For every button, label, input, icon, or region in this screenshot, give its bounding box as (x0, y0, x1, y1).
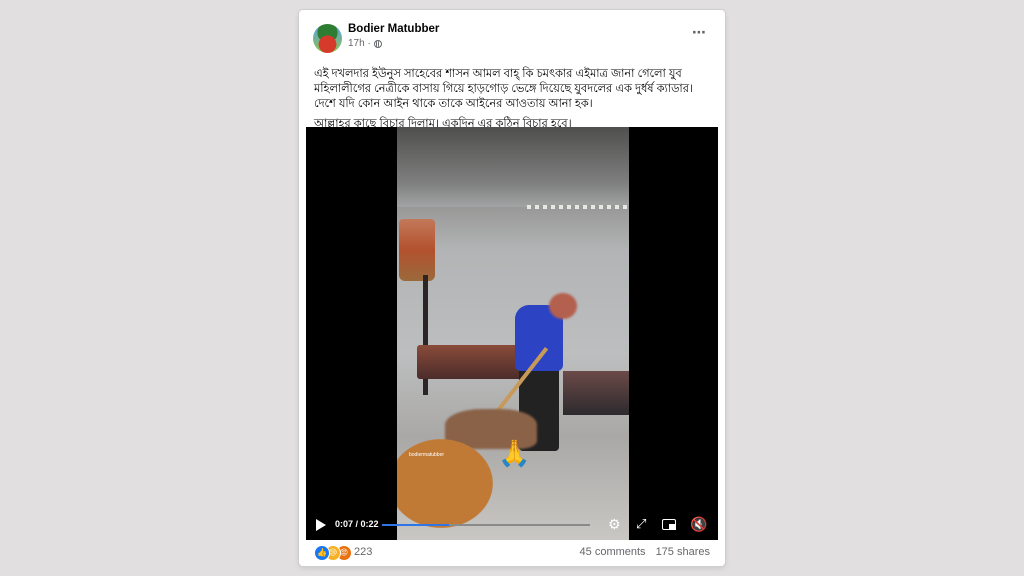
video-scene-bed (563, 371, 629, 415)
shares-count[interactable]: 175 shares (656, 546, 710, 558)
comments-count[interactable]: 45 comments (580, 546, 646, 558)
more-options-icon[interactable]: ⋯ (692, 24, 707, 41)
praying-hands-icon: 🙏 (498, 438, 531, 468)
pip-icon[interactable] (662, 519, 676, 530)
video-scene-light (527, 205, 629, 209)
reaction-count[interactable]: 223 (354, 546, 372, 558)
globe-icon (373, 39, 382, 48)
video-frame[interactable]: bodiermatubber 🙏 (397, 127, 629, 540)
video-scene-bag (399, 219, 435, 281)
video-progress-fill (382, 524, 449, 526)
like-reaction-icon: 👍 (314, 545, 330, 561)
video-progress-bar[interactable] (382, 524, 590, 526)
video-scene-bed (417, 345, 527, 379)
post-stats: 45 comments 175 shares (580, 546, 710, 558)
play-icon[interactable] (316, 519, 326, 531)
video-time: 0:07 / 0:22 (335, 519, 379, 529)
video-scene-person (549, 293, 577, 319)
author-name[interactable]: Bodier Matubber (348, 23, 439, 35)
post-text-paragraph: এই দখলদার ইউনুস সাহেবের শাসন আমল বাহ্ কি… (314, 68, 693, 110)
post-meta: 17h · (348, 38, 382, 49)
post-time[interactable]: 17h · (348, 38, 371, 49)
settings-icon[interactable]: ⚙ (608, 517, 621, 531)
post-footer: 👍 😢 😡 223 45 comments 175 shares (299, 540, 725, 566)
video-watermark: bodiermatubber (409, 452, 445, 458)
fullscreen-icon[interactable]: ⤢ (636, 517, 646, 531)
video-player[interactable]: bodiermatubber 🙏 0:07 / 0:22 ⚙ ⤢ 🔇 (306, 127, 718, 540)
reactions[interactable]: 👍 😢 😡 (314, 545, 352, 561)
mute-icon[interactable]: 🔇 (690, 517, 707, 531)
video-scene-roof (397, 127, 629, 207)
video-controls: 0:07 / 0:22 ⚙ ⤢ 🔇 (306, 510, 718, 540)
post-header: Bodier Matubber 17h · ⋯ (299, 10, 725, 60)
avatar[interactable] (313, 24, 342, 53)
post-card: Bodier Matubber 17h · ⋯ এই দখলদার ইউনুস … (299, 10, 725, 566)
